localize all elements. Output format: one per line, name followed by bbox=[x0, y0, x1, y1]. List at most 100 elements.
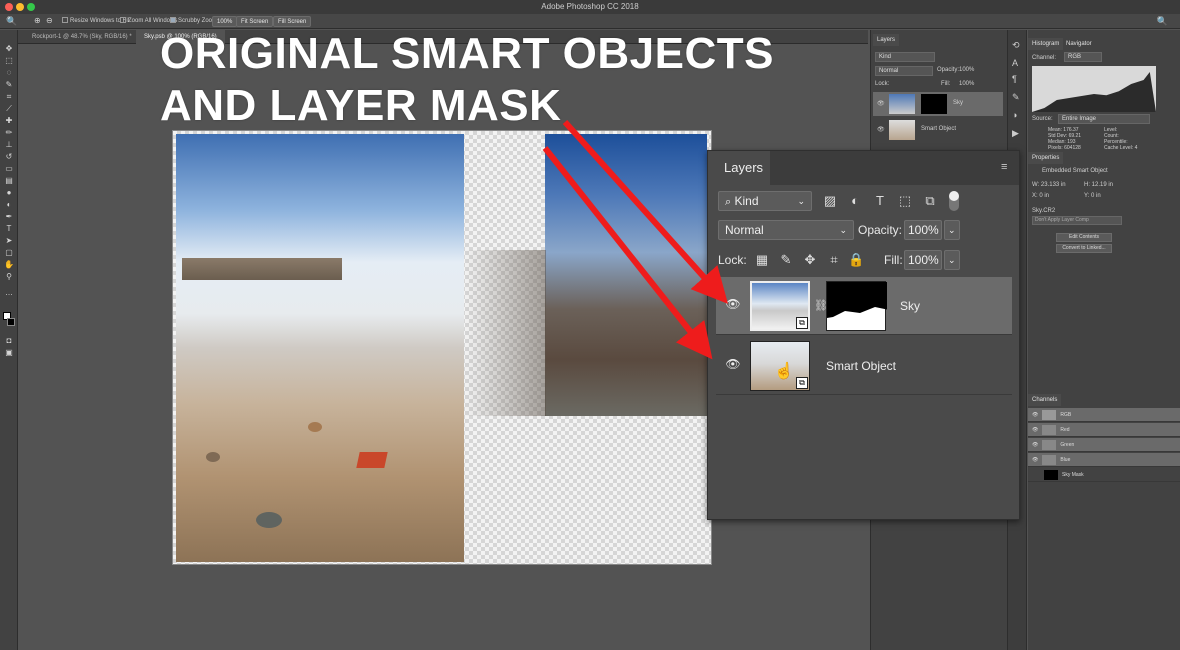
actions-icon[interactable]: ▶ bbox=[1012, 128, 1019, 139]
history-icon[interactable]: ⟲ bbox=[1012, 40, 1020, 51]
path-select-icon[interactable]: ➤ bbox=[4, 236, 14, 246]
quick-select-icon[interactable]: ✎ bbox=[4, 80, 14, 90]
more-tools-icon[interactable]: … bbox=[4, 288, 14, 298]
layer-row-sky-small[interactable]: 👁 Sky bbox=[873, 92, 1003, 116]
hand-tool-icon[interactable]: ✋ bbox=[4, 260, 14, 270]
close-window-icon[interactable] bbox=[5, 3, 13, 11]
layer-mask-thumbnail[interactable] bbox=[826, 281, 887, 331]
eraser-icon[interactable]: ▭ bbox=[4, 164, 14, 174]
shape-filter-icon[interactable]: ⬚ bbox=[897, 193, 913, 209]
fill-dropdown[interactable]: ⌄ bbox=[944, 250, 960, 270]
properties-title: Properties bbox=[1028, 152, 1064, 164]
blend-mode-select[interactable]: Normal bbox=[875, 66, 933, 76]
eye-icon[interactable]: 👁 bbox=[877, 100, 885, 107]
channel-row-blue[interactable]: 👁 Blue bbox=[1028, 453, 1180, 467]
kind-filter-select[interactable]: ⌕ Kind ⌄ bbox=[718, 191, 812, 211]
channel-select[interactable]: RGB bbox=[1064, 52, 1102, 62]
lock-all-icon[interactable]: 🔒 bbox=[848, 252, 864, 268]
paragraph-icon[interactable]: ¶ bbox=[1012, 74, 1017, 84]
tab-rockport[interactable]: Rockport-1 @ 48.7% (Sky, RGB/16) * bbox=[24, 30, 140, 44]
crop-tool-icon[interactable]: ⌗ bbox=[4, 92, 14, 102]
zoom-window-icon[interactable] bbox=[27, 3, 35, 11]
shape-tool-icon[interactable]: ▢ bbox=[4, 248, 14, 258]
eye-icon[interactable]: 👁 bbox=[1032, 412, 1038, 418]
channel-row-rgb[interactable]: 👁 RGB bbox=[1028, 408, 1180, 422]
fill-screen-button[interactable]: Fill Screen bbox=[273, 16, 312, 27]
opacity-value[interactable]: 100% bbox=[959, 67, 974, 73]
minimize-window-icon[interactable] bbox=[16, 3, 24, 11]
blur-tool-icon[interactable]: ● bbox=[4, 188, 14, 198]
kind-filter[interactable]: Kind bbox=[875, 52, 935, 62]
type-filter-icon[interactable]: T bbox=[872, 193, 888, 209]
history-brush-icon[interactable]: ↺ bbox=[4, 152, 14, 162]
character-icon[interactable]: A bbox=[1012, 58, 1018, 68]
zoom-all-windows-checkbox[interactable]: Zoom All Windows bbox=[120, 16, 177, 26]
channel-row-sky-mask[interactable]: Sky Mask bbox=[1028, 468, 1180, 482]
search-icon[interactable]: 🔍 bbox=[1157, 16, 1168, 26]
prop-h: H: 12.19 in bbox=[1084, 182, 1113, 188]
scrubby-zoom-checkbox[interactable]: Scrubby Zoom bbox=[170, 16, 217, 26]
panel-menu-icon[interactable]: ≡ bbox=[1001, 161, 1013, 173]
smart-object-filter-icon[interactable]: ⧉ bbox=[922, 193, 938, 209]
lock-position-icon[interactable]: ✥ bbox=[802, 252, 818, 268]
background-color-swatch[interactable] bbox=[7, 318, 15, 326]
marquee-tool-icon[interactable]: ⬚ bbox=[4, 56, 14, 66]
eye-icon[interactable]: 👁 bbox=[877, 126, 885, 133]
channel-row-green[interactable]: 👁 Green bbox=[1028, 438, 1180, 452]
brush-settings-icon[interactable]: ✎ bbox=[1012, 92, 1020, 103]
layer-name-sky[interactable]: Sky bbox=[900, 299, 920, 313]
layer-row-smart-small[interactable]: 👁 Smart Object bbox=[873, 118, 1003, 142]
opacity-input[interactable]: 100% bbox=[904, 220, 942, 240]
fill-value[interactable]: 100% bbox=[959, 81, 974, 87]
fit-screen-button[interactable]: Fit Screen bbox=[236, 16, 274, 27]
lock-artboard-icon[interactable]: ⌗ bbox=[826, 252, 842, 268]
source-select[interactable]: Entire Image bbox=[1058, 114, 1150, 124]
eyedropper-icon[interactable]: ⟋ bbox=[4, 104, 14, 114]
prop-w-value[interactable]: 23.133 in bbox=[1041, 182, 1066, 188]
lasso-tool-icon[interactable]: ◌ bbox=[4, 68, 14, 78]
type-tool-icon[interactable]: T bbox=[4, 224, 14, 234]
layer-row-smart-object[interactable]: 👁 ☝ ⧉ Smart Object bbox=[716, 337, 1012, 395]
eye-icon[interactable]: 👁 bbox=[1032, 457, 1038, 463]
gradient-tool-icon[interactable]: ▤ bbox=[4, 176, 14, 186]
eye-icon[interactable]: 👁 bbox=[724, 357, 742, 371]
layer-comp-select[interactable]: Don't Apply Layer Comp bbox=[1032, 216, 1122, 225]
screen-mode-icon[interactable]: ▣ bbox=[4, 348, 14, 358]
move-tool-icon[interactable]: ✥ bbox=[4, 44, 14, 54]
zoom-tool-icon[interactable]: ⚲ bbox=[4, 272, 14, 282]
quick-mask-icon[interactable]: ◘ bbox=[4, 336, 14, 346]
pixel-filter-icon[interactable]: ▨ bbox=[822, 193, 838, 209]
brush-tool-icon[interactable]: ✏ bbox=[4, 128, 14, 138]
mask-thumb-small bbox=[921, 94, 947, 114]
magnifier-icon[interactable]: 🔍 bbox=[6, 16, 17, 26]
zoom-out-icon[interactable]: ⊖ bbox=[46, 16, 53, 26]
fill-input[interactable]: 100% bbox=[904, 250, 942, 270]
eye-icon[interactable]: 👁 bbox=[724, 297, 742, 311]
zoom-in-icon[interactable]: ⊕ bbox=[34, 16, 41, 26]
eye-icon[interactable]: 👁 bbox=[1032, 442, 1038, 448]
opacity-dropdown[interactable]: ⌄ bbox=[944, 220, 960, 240]
channel-row-red[interactable]: 👁 Red bbox=[1028, 423, 1180, 437]
edit-contents-button[interactable]: Edit Contents bbox=[1056, 233, 1112, 242]
layer-name-smart-object[interactable]: Smart Object bbox=[826, 359, 896, 373]
tab-navigator[interactable]: Navigator bbox=[1062, 38, 1096, 50]
dodge-tool-icon[interactable]: ◐ bbox=[4, 200, 14, 210]
clone-stamp-icon[interactable]: ⊥ bbox=[4, 140, 14, 150]
convert-linked-button[interactable]: Convert to Linked... bbox=[1056, 244, 1112, 253]
prop-h-value[interactable]: 12.19 in bbox=[1092, 182, 1113, 188]
pen-tool-icon[interactable]: ✒ bbox=[4, 212, 14, 222]
prop-x-value[interactable]: 0 in bbox=[1039, 193, 1049, 199]
prop-y-value[interactable]: 0 in bbox=[1091, 193, 1101, 199]
healing-brush-icon[interactable]: ✚ bbox=[4, 116, 14, 126]
tab-histogram[interactable]: Histogram bbox=[1028, 38, 1064, 50]
adjustments-icon[interactable]: ◑ bbox=[1012, 110, 1017, 120]
tab-layers[interactable]: Layers bbox=[708, 151, 770, 185]
zoom-100-button[interactable]: 100% bbox=[212, 16, 238, 27]
layer-row-sky[interactable]: 👁 ⧉ ⛓ Sky bbox=[716, 277, 1012, 335]
filter-toggle[interactable] bbox=[949, 191, 959, 211]
blend-mode-select[interactable]: Normal ⌄ bbox=[718, 220, 854, 240]
lock-transparent-icon[interactable]: ▦ bbox=[754, 252, 770, 268]
eye-icon[interactable]: 👁 bbox=[1032, 427, 1038, 433]
adjustment-filter-icon[interactable]: ◐ bbox=[847, 193, 863, 209]
lock-pixels-icon[interactable]: ✎ bbox=[778, 252, 794, 268]
